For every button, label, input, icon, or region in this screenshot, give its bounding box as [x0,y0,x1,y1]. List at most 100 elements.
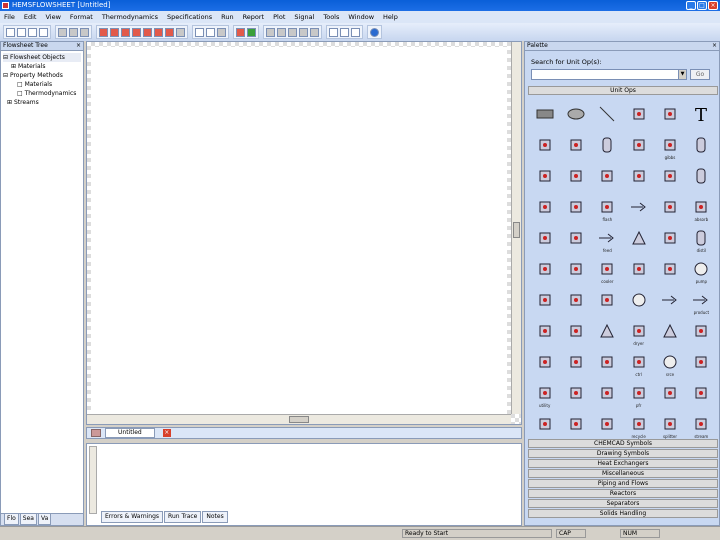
vessel-symbol-icon[interactable] [686,129,717,160]
dot-symbol-icon[interactable] [592,346,623,377]
tree-item[interactable]: ⊞ Streams [3,98,81,107]
category-separators[interactable]: Separators [528,499,718,508]
block-symbol-icon[interactable] [529,222,560,253]
pipe-symbol-icon[interactable] [529,191,560,222]
box-symbol-icon[interactable] [529,284,560,315]
menu-thermodynamics[interactable]: Thermodynamics [102,13,158,21]
unitop-search-input[interactable]: ▼ [531,69,687,80]
reactor-symbol-icon[interactable]: gibbs [654,129,685,160]
circle-symbol-icon[interactable]: pump [686,253,717,284]
heater-symbol-icon[interactable] [560,191,591,222]
line-symbol-icon[interactable] [592,98,623,129]
menu-edit[interactable]: Edit [24,13,37,21]
valve2-symbol-icon[interactable] [654,222,685,253]
disk-symbol-icon[interactable]: srce [654,346,685,377]
hook-symbol-icon[interactable] [529,346,560,377]
spin-symbol-icon[interactable] [592,408,623,439]
tree-item[interactable]: ⊟ Property Methods [3,71,81,80]
select-icon[interactable] [206,27,215,37]
menu-file[interactable]: File [4,13,15,21]
exchanger2-symbol-icon[interactable] [560,346,591,377]
feed-stream-icon[interactable] [132,27,141,37]
components-icon[interactable] [99,27,108,37]
sphere-symbol-icon[interactable] [623,284,654,315]
minimize-button[interactable]: _ [686,1,696,10]
category-miscellaneous[interactable]: Miscellaneous [528,469,718,478]
save-icon[interactable] [28,27,37,37]
bracket-symbol-icon[interactable] [623,98,654,129]
text-T-symbol-icon[interactable]: T [686,98,717,129]
turbine-symbol-icon[interactable] [560,284,591,315]
cone-symbol-icon[interactable] [592,315,623,346]
cyclone-symbol-icon[interactable] [560,222,591,253]
go-button[interactable]: Go [690,69,710,80]
report-icon[interactable] [266,27,275,37]
expander-symbol-icon[interactable] [560,253,591,284]
tab-errors-warnings[interactable]: Errors & Warnings [101,511,164,523]
maximize-button[interactable]: □ [697,1,707,10]
arrow-out-symbol-icon[interactable]: product [686,284,717,315]
category-unit-ops[interactable]: Unit Ops [528,86,718,95]
menu-help[interactable]: Help [383,13,398,21]
cell-symbol-icon[interactable] [560,315,591,346]
tab-search[interactable]: Sea [19,514,37,525]
copy-icon[interactable] [69,27,78,37]
column-symbol-icon[interactable] [592,129,623,160]
tree-item[interactable]: □ Thermodynamics [3,89,81,98]
optimize-icon[interactable] [165,27,174,37]
specs-icon[interactable] [154,27,163,37]
stack-symbol-icon[interactable]: dryer [623,315,654,346]
menu-specifications[interactable]: Specifications [167,13,212,21]
menu-view[interactable]: View [45,13,60,21]
category-drawing-symbols[interactable]: Drawing Symbols [528,449,718,458]
menu-report[interactable]: Report [243,13,265,21]
print-icon[interactable] [39,27,48,37]
funnel-symbol-icon[interactable] [623,222,654,253]
units-icon[interactable] [121,27,130,37]
category-solids-handling[interactable]: Solids Handling [528,509,718,518]
close-icon[interactable]: × [712,43,717,49]
vertical-scrollbar[interactable] [511,42,521,414]
triangle-symbol-icon[interactable] [654,315,685,346]
tab-flowsheet[interactable]: Flo [4,514,19,525]
filter-symbol-icon[interactable] [654,191,685,222]
scroll-thumb[interactable] [289,416,309,423]
node-symbol-icon[interactable]: utility [529,377,560,408]
horizontal-scrollbar[interactable] [87,414,511,424]
box2-symbol-icon[interactable] [686,315,717,346]
scroll-thumb[interactable] [513,222,520,238]
grid-symbol-icon[interactable] [560,377,591,408]
zoom-icon[interactable] [195,27,204,37]
paste-icon[interactable] [80,27,89,37]
export-icon[interactable] [310,27,319,37]
reactor2-symbol-icon[interactable]: pfr [623,377,654,408]
splitter-symbol-icon[interactable] [654,160,685,191]
cut-icon[interactable] [58,27,67,37]
tank-symbol-icon[interactable] [529,160,560,191]
pump2-symbol-icon[interactable] [623,253,654,284]
disabled-icon[interactable] [176,27,185,37]
cross-symbol-icon[interactable] [529,253,560,284]
layout-icon[interactable] [351,27,360,37]
arrow-symbol-icon[interactable] [623,191,654,222]
house-symbol-icon[interactable] [654,377,685,408]
table-icon[interactable] [288,27,297,37]
rectangle-symbol-icon[interactable] [529,98,560,129]
close-tab-button[interactable]: × [162,429,171,437]
tower-symbol-icon[interactable]: absorb [686,191,717,222]
menu-tools[interactable]: Tools [323,13,339,21]
menu-run[interactable]: Run [221,13,233,21]
compressor-symbol-icon[interactable] [623,160,654,191]
tab-variables[interactable]: Va [37,514,52,525]
tree-item[interactable]: ⊟ Flowsheet Objects [3,53,81,62]
ellipse-symbol-icon[interactable] [560,98,591,129]
filter2-symbol-icon[interactable] [529,315,560,346]
pump-symbol-icon[interactable] [592,160,623,191]
tab-notes[interactable]: Notes [202,511,228,523]
bars-symbol-icon[interactable] [654,253,685,284]
tab-run-trace[interactable]: Run Trace [164,511,202,523]
run-icon[interactable] [247,27,256,37]
close-icon[interactable]: × [76,43,81,49]
separator-symbol-icon[interactable]: flash [592,191,623,222]
plot-icon[interactable] [277,27,286,37]
